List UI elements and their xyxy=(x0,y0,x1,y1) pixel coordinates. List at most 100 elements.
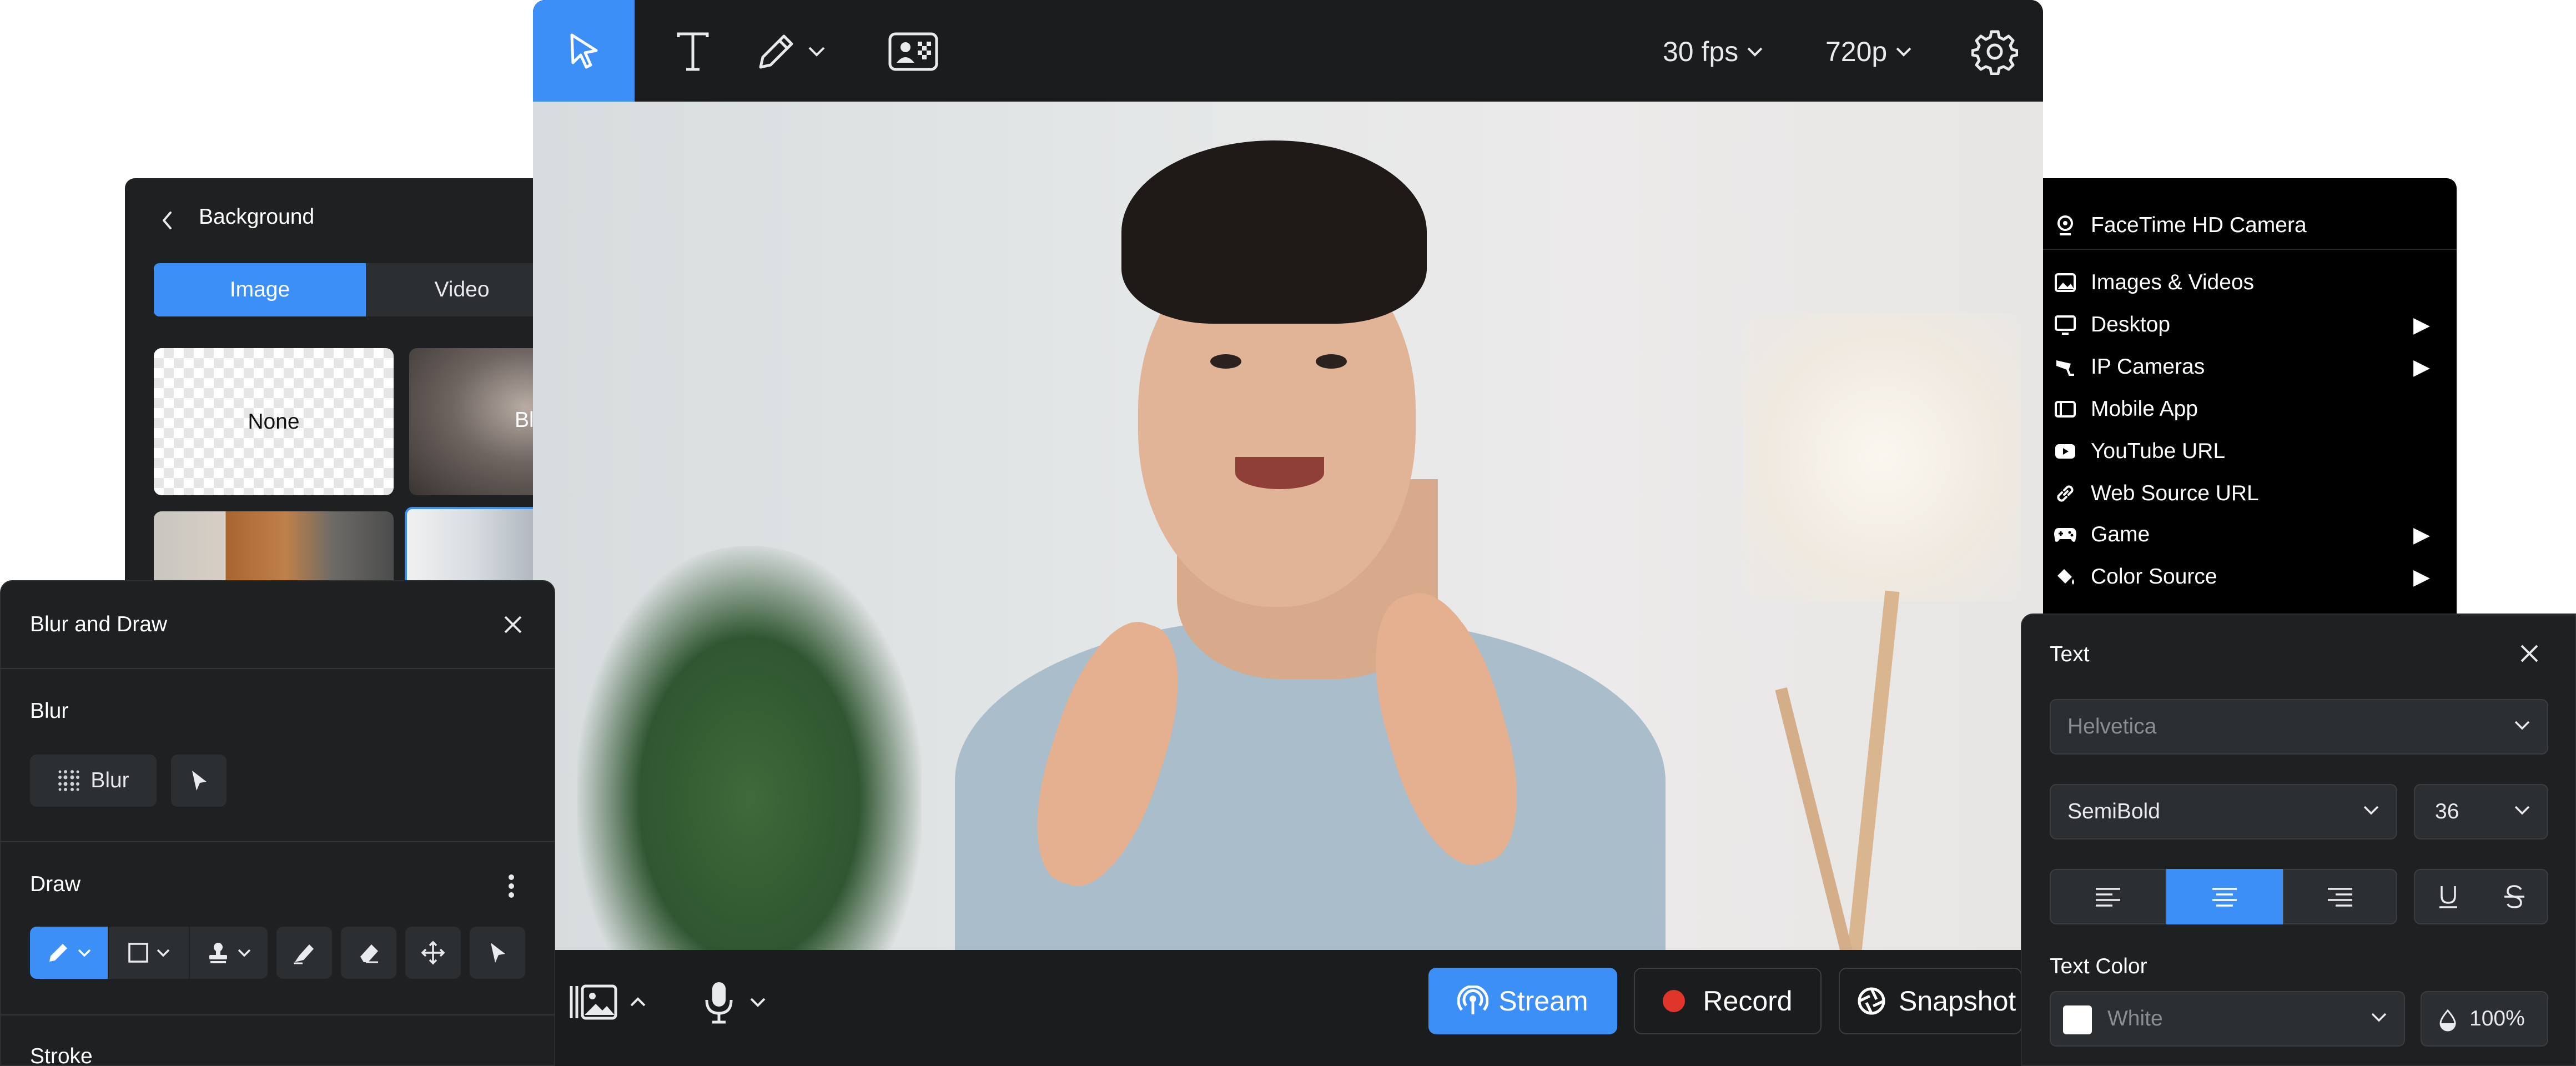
media-library-button[interactable] xyxy=(569,977,647,1027)
opacity-value: 100% xyxy=(2469,1007,2525,1030)
text-decoration-group xyxy=(2414,869,2548,924)
move-tool-button[interactable] xyxy=(405,927,461,979)
font-weight-select[interactable]: SemiBold xyxy=(2050,784,2397,839)
align-right-button[interactable] xyxy=(2283,869,2397,924)
font-size-value: 36 xyxy=(2435,800,2459,823)
blur-select-button[interactable] xyxy=(171,755,227,807)
chevron-down-icon xyxy=(1896,47,1911,57)
top-toolbar: 30 fps 720p xyxy=(533,0,2043,102)
fps-value: 30 fps xyxy=(1663,36,1739,67)
close-icon[interactable] xyxy=(503,615,523,635)
record-button[interactable]: Record xyxy=(1634,968,1822,1034)
lamp-leg xyxy=(1775,687,1857,950)
fps-dropdown[interactable]: 30 fps xyxy=(1663,31,1764,73)
source-item-label: IP Cameras xyxy=(2091,355,2205,379)
strikethrough-icon[interactable] xyxy=(2503,884,2525,909)
source-item-youtube-url[interactable]: YouTube URL xyxy=(2043,430,2457,472)
blur-button[interactable]: Blur xyxy=(30,755,157,807)
monitor-icon xyxy=(2055,315,2076,335)
tile-label: Bl xyxy=(515,408,534,432)
source-item-label: Color Source xyxy=(2091,565,2217,589)
draw-select-button[interactable] xyxy=(470,927,525,979)
pen-tool-button[interactable] xyxy=(30,927,108,979)
source-item-ip-cameras[interactable]: IP Cameras ▶ xyxy=(2043,346,2457,388)
chevron-down-icon xyxy=(1747,47,1763,57)
select-tool-button[interactable] xyxy=(533,0,635,102)
microphone-icon xyxy=(705,982,733,1024)
snapshot-button[interactable]: Snapshot xyxy=(1839,968,2022,1034)
stream-button[interactable]: Stream xyxy=(1428,968,1617,1034)
square-icon xyxy=(128,943,148,963)
source-item-web-source-url[interactable]: Web Source URL xyxy=(2043,472,2457,515)
microphone-button[interactable] xyxy=(702,977,767,1027)
background-tile-none[interactable]: None xyxy=(154,348,394,495)
font-family-select[interactable]: Helvetica xyxy=(2050,699,2548,755)
align-center-button[interactable] xyxy=(2166,869,2283,924)
stream-label: Stream xyxy=(1498,985,1588,1017)
align-right-icon xyxy=(2328,888,2352,907)
record-dot-icon xyxy=(1663,990,1686,1012)
more-vertical-icon[interactable] xyxy=(507,873,515,899)
person-eye xyxy=(1210,354,1241,369)
source-item-label: FaceTime HD Camera xyxy=(2091,213,2307,237)
resolution-dropdown[interactable]: 720p xyxy=(1825,31,1913,73)
text-panel: Text Helvetica SemiBold 36 Text Color Wh… xyxy=(2021,614,2576,1066)
divider xyxy=(1,1014,554,1015)
tile-label: None xyxy=(248,409,300,434)
submenu-arrow-icon: ▶ xyxy=(2413,522,2430,547)
plant xyxy=(577,546,922,950)
lamp-shade xyxy=(1743,313,2021,601)
blur-and-draw-panel: Blur and Draw Blur Blur Draw Stroke xyxy=(0,580,555,1066)
draw-tool-button[interactable] xyxy=(755,25,827,78)
source-item-game[interactable]: Game ▶ xyxy=(2043,514,2457,556)
move-arrows-icon xyxy=(421,941,445,965)
divider xyxy=(1,841,554,842)
snapshot-label: Snapshot xyxy=(1899,985,2016,1017)
mobile-icon xyxy=(2055,401,2076,418)
source-item-images-videos[interactable]: Images & Videos xyxy=(2043,262,2457,304)
source-menu: FaceTime HD Camera Images & Videos Deskt… xyxy=(2043,178,2457,622)
color-swatch xyxy=(2063,1005,2092,1034)
text-color-select[interactable]: White xyxy=(2050,991,2405,1047)
text-tool-button[interactable] xyxy=(666,25,720,78)
paint-bucket-icon xyxy=(2057,569,2074,585)
source-item-label: Web Source URL xyxy=(2091,481,2259,505)
chevron-down-icon xyxy=(2363,806,2379,815)
align-left-button[interactable] xyxy=(2050,869,2166,924)
source-item-label: Images & Videos xyxy=(2091,270,2255,294)
divider xyxy=(1,668,554,669)
source-item-label: YouTube URL xyxy=(2091,439,2226,463)
font-size-select[interactable]: 36 xyxy=(2414,784,2548,839)
source-item-label: Game xyxy=(2091,522,2150,546)
background-tool-button[interactable] xyxy=(886,25,941,78)
chevron-down-icon xyxy=(157,949,170,957)
back-icon[interactable] xyxy=(159,210,176,230)
shape-tool-button[interactable] xyxy=(109,927,189,979)
close-icon[interactable] xyxy=(2519,643,2539,663)
highlighter-icon xyxy=(294,944,314,964)
source-item-camera[interactable]: FaceTime HD Camera xyxy=(2043,204,2457,247)
draw-section-title: Draw xyxy=(30,872,81,896)
cursor-arrow-icon xyxy=(192,771,207,791)
blur-dots-icon xyxy=(58,770,80,791)
settings-button[interactable] xyxy=(1968,25,2021,78)
tab-image[interactable]: Image xyxy=(154,263,366,316)
eraser-tool-button[interactable] xyxy=(341,927,396,979)
source-item-color-source[interactable]: Color Source ▶ xyxy=(2043,556,2457,598)
webcam-icon xyxy=(2057,215,2073,235)
camera-preview xyxy=(533,102,2043,950)
underline-icon[interactable] xyxy=(2437,884,2459,909)
aperture-icon xyxy=(1858,987,1885,1015)
align-center-icon xyxy=(2212,888,2237,907)
broadcast-icon xyxy=(1457,985,1489,1014)
submenu-arrow-icon: ▶ xyxy=(2413,565,2430,589)
submenu-arrow-icon: ▶ xyxy=(2413,355,2430,379)
highlighter-tool-button[interactable] xyxy=(276,927,332,979)
opacity-field[interactable]: 100% xyxy=(2421,991,2548,1047)
source-item-mobile-app[interactable]: Mobile App xyxy=(2043,388,2457,430)
source-item-desktop[interactable]: Desktop ▶ xyxy=(2043,304,2457,346)
cursor-arrow-icon xyxy=(491,943,505,963)
stamp-tool-button[interactable] xyxy=(190,927,268,979)
tab-video[interactable]: Video xyxy=(366,263,558,316)
menu-divider xyxy=(2043,249,2457,250)
